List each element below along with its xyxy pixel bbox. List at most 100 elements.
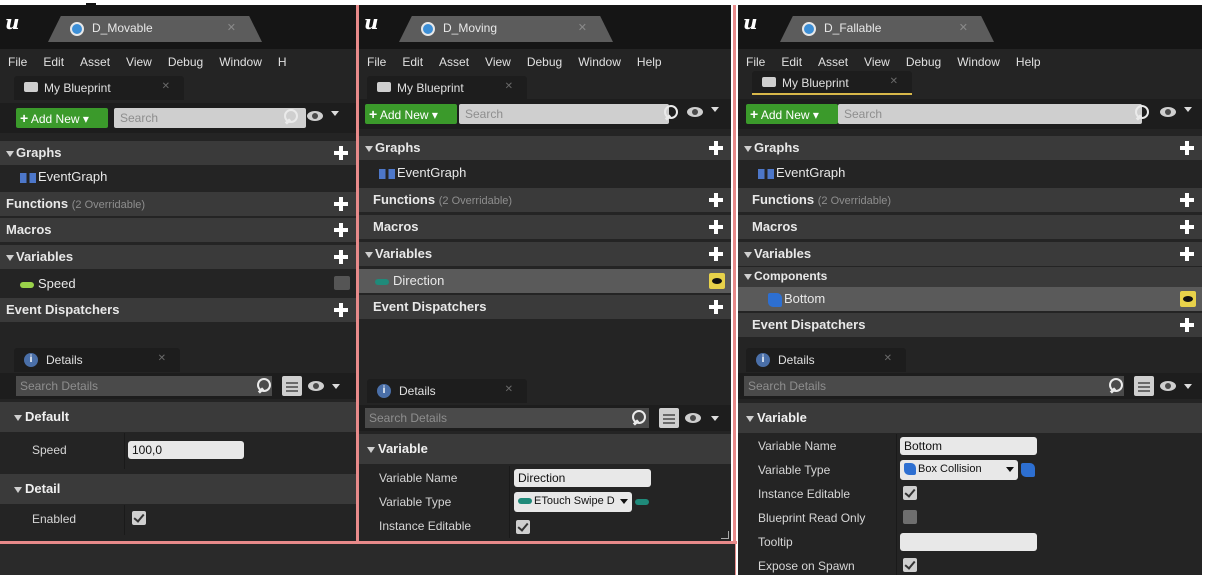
variable-name-field[interactable]: Bottom xyxy=(900,437,1037,455)
chevron-down-icon[interactable] xyxy=(332,384,340,389)
details-tab[interactable]: i Details ✕ xyxy=(746,348,906,372)
event-dispatchers-category[interactable]: Event Dispatchers xyxy=(738,313,1202,337)
chevron-down-icon[interactable] xyxy=(331,111,339,116)
close-icon[interactable]: ✕ xyxy=(884,353,892,364)
search-icon[interactable] xyxy=(1108,377,1126,395)
enabled-checkbox[interactable] xyxy=(132,511,146,525)
variables-category[interactable]: Variables xyxy=(359,242,731,266)
close-icon[interactable]: ✕ xyxy=(158,353,166,364)
menu-debug[interactable]: Debug xyxy=(519,52,570,69)
macros-category[interactable]: Macros xyxy=(359,215,731,239)
add-macro-button[interactable] xyxy=(334,223,348,237)
my-blueprint-tab[interactable]: My Blueprint ✕ xyxy=(752,71,912,95)
resize-handle-icon[interactable] xyxy=(721,531,729,539)
close-icon[interactable]: ✕ xyxy=(959,21,968,34)
speed-value-field[interactable]: 100,0 xyxy=(128,441,244,459)
details-search-input[interactable]: Search Details xyxy=(744,376,1124,396)
search-icon[interactable] xyxy=(1134,104,1152,122)
close-icon[interactable]: ✕ xyxy=(578,21,587,34)
menu-file[interactable]: File xyxy=(359,52,394,69)
functions-category[interactable]: Functions (2 Overridable) xyxy=(0,192,356,216)
menu-file[interactable]: File xyxy=(0,52,35,69)
eye-icon[interactable] xyxy=(307,111,323,121)
details-tab[interactable]: i Details ✕ xyxy=(367,379,527,403)
menu-help[interactable]: H xyxy=(270,52,295,69)
variable-name-field[interactable]: Direction xyxy=(514,469,651,487)
add-graph-button[interactable] xyxy=(334,146,348,160)
event-graph-item[interactable]: EventGraph xyxy=(0,165,356,189)
chevron-down-icon[interactable] xyxy=(1184,107,1192,112)
instance-editable-checkbox[interactable] xyxy=(903,486,917,500)
container-type-icon[interactable] xyxy=(1021,463,1035,477)
graphs-category[interactable]: Graphs xyxy=(738,136,1202,160)
variables-category[interactable]: Variables xyxy=(738,242,1202,266)
close-icon[interactable]: ✕ xyxy=(505,384,513,395)
menu-edit[interactable]: Edit xyxy=(35,52,72,69)
menu-edit[interactable]: Edit xyxy=(773,52,810,69)
category-detail[interactable]: Detail xyxy=(0,474,356,504)
menu-window[interactable]: Window xyxy=(949,52,1008,69)
eye-icon[interactable] xyxy=(1180,291,1196,307)
search-icon[interactable] xyxy=(631,409,649,427)
eye-icon[interactable] xyxy=(687,107,703,117)
variable-item-direction[interactable]: Direction xyxy=(359,269,731,293)
instance-editable-checkbox[interactable] xyxy=(516,520,530,534)
add-function-button[interactable] xyxy=(334,197,348,211)
search-input[interactable]: Search xyxy=(838,104,1142,124)
menu-help[interactable]: Help xyxy=(629,52,670,69)
variables-category[interactable]: Variables xyxy=(0,245,356,269)
add-variable-button[interactable] xyxy=(709,247,723,261)
functions-category[interactable]: Functions (2 Overridable) xyxy=(359,188,731,212)
component-item-bottom[interactable]: Bottom xyxy=(738,287,1202,311)
close-icon[interactable]: ✕ xyxy=(227,21,236,34)
macros-category[interactable]: Macros xyxy=(738,215,1202,239)
add-new-button[interactable]: + Add New ▾ xyxy=(746,104,838,124)
view-options-icon[interactable] xyxy=(1134,376,1154,396)
menu-help[interactable]: Help xyxy=(1008,52,1049,69)
graphs-category[interactable]: Graphs xyxy=(0,141,356,165)
add-new-button[interactable]: + Add New ▾ xyxy=(365,104,457,124)
blueprint-read-only-checkbox[interactable] xyxy=(903,510,917,524)
tooltip-field[interactable] xyxy=(900,533,1037,551)
graphs-category[interactable]: Graphs xyxy=(359,136,731,160)
search-input[interactable]: Search xyxy=(459,104,669,124)
variable-item-speed[interactable]: Speed xyxy=(0,272,356,296)
event-dispatchers-category[interactable]: Event Dispatchers xyxy=(0,298,356,322)
eye-icon[interactable] xyxy=(1160,381,1176,391)
chevron-down-icon[interactable] xyxy=(711,107,719,112)
details-search-input[interactable]: Search Details xyxy=(16,376,272,396)
menu-edit[interactable]: Edit xyxy=(394,52,431,69)
components-category[interactable]: Components xyxy=(738,267,1202,287)
my-blueprint-tab[interactable]: My Blueprint ✕ xyxy=(14,76,184,100)
visibility-toggle-icon[interactable] xyxy=(334,276,350,290)
add-graph-button[interactable] xyxy=(709,141,723,155)
view-options-icon[interactable] xyxy=(282,376,302,396)
variable-type-dropdown[interactable]: Box Collision xyxy=(900,460,1018,480)
add-new-button[interactable]: + Add New ▾ xyxy=(16,108,108,128)
details-search-input[interactable]: Search Details xyxy=(365,408,649,428)
menu-debug[interactable]: Debug xyxy=(160,52,211,69)
expose-on-spawn-checkbox[interactable] xyxy=(903,558,917,572)
functions-category[interactable]: Functions (2 Overridable) xyxy=(738,188,1202,212)
event-dispatchers-category[interactable]: Event Dispatchers xyxy=(359,295,731,319)
my-blueprint-tab[interactable]: My Blueprint ✕ xyxy=(367,76,527,100)
menu-asset[interactable]: Asset xyxy=(431,52,477,69)
menu-view[interactable]: View xyxy=(477,52,519,69)
category-variable[interactable]: Variable xyxy=(359,434,731,464)
close-icon[interactable]: ✕ xyxy=(505,81,513,92)
document-tab[interactable]: D_Movable ✕ xyxy=(48,16,262,42)
eye-icon[interactable] xyxy=(308,381,324,391)
document-tab[interactable]: D_Moving ✕ xyxy=(399,16,613,42)
document-tab[interactable]: D_Fallable ✕ xyxy=(780,16,994,42)
menu-view[interactable]: View xyxy=(856,52,898,69)
menu-window[interactable]: Window xyxy=(570,52,629,69)
menu-debug[interactable]: Debug xyxy=(898,52,949,69)
view-options-icon[interactable] xyxy=(659,408,679,428)
add-function-button[interactable] xyxy=(1180,193,1194,207)
event-graph-item[interactable]: EventGraph xyxy=(359,161,731,185)
event-graph-item[interactable]: EventGraph xyxy=(738,161,1202,185)
menu-view[interactable]: View xyxy=(118,52,160,69)
chevron-down-icon[interactable] xyxy=(1184,384,1192,389)
close-icon[interactable]: ✕ xyxy=(890,76,898,87)
details-tab[interactable]: i Details ✕ xyxy=(14,348,180,372)
